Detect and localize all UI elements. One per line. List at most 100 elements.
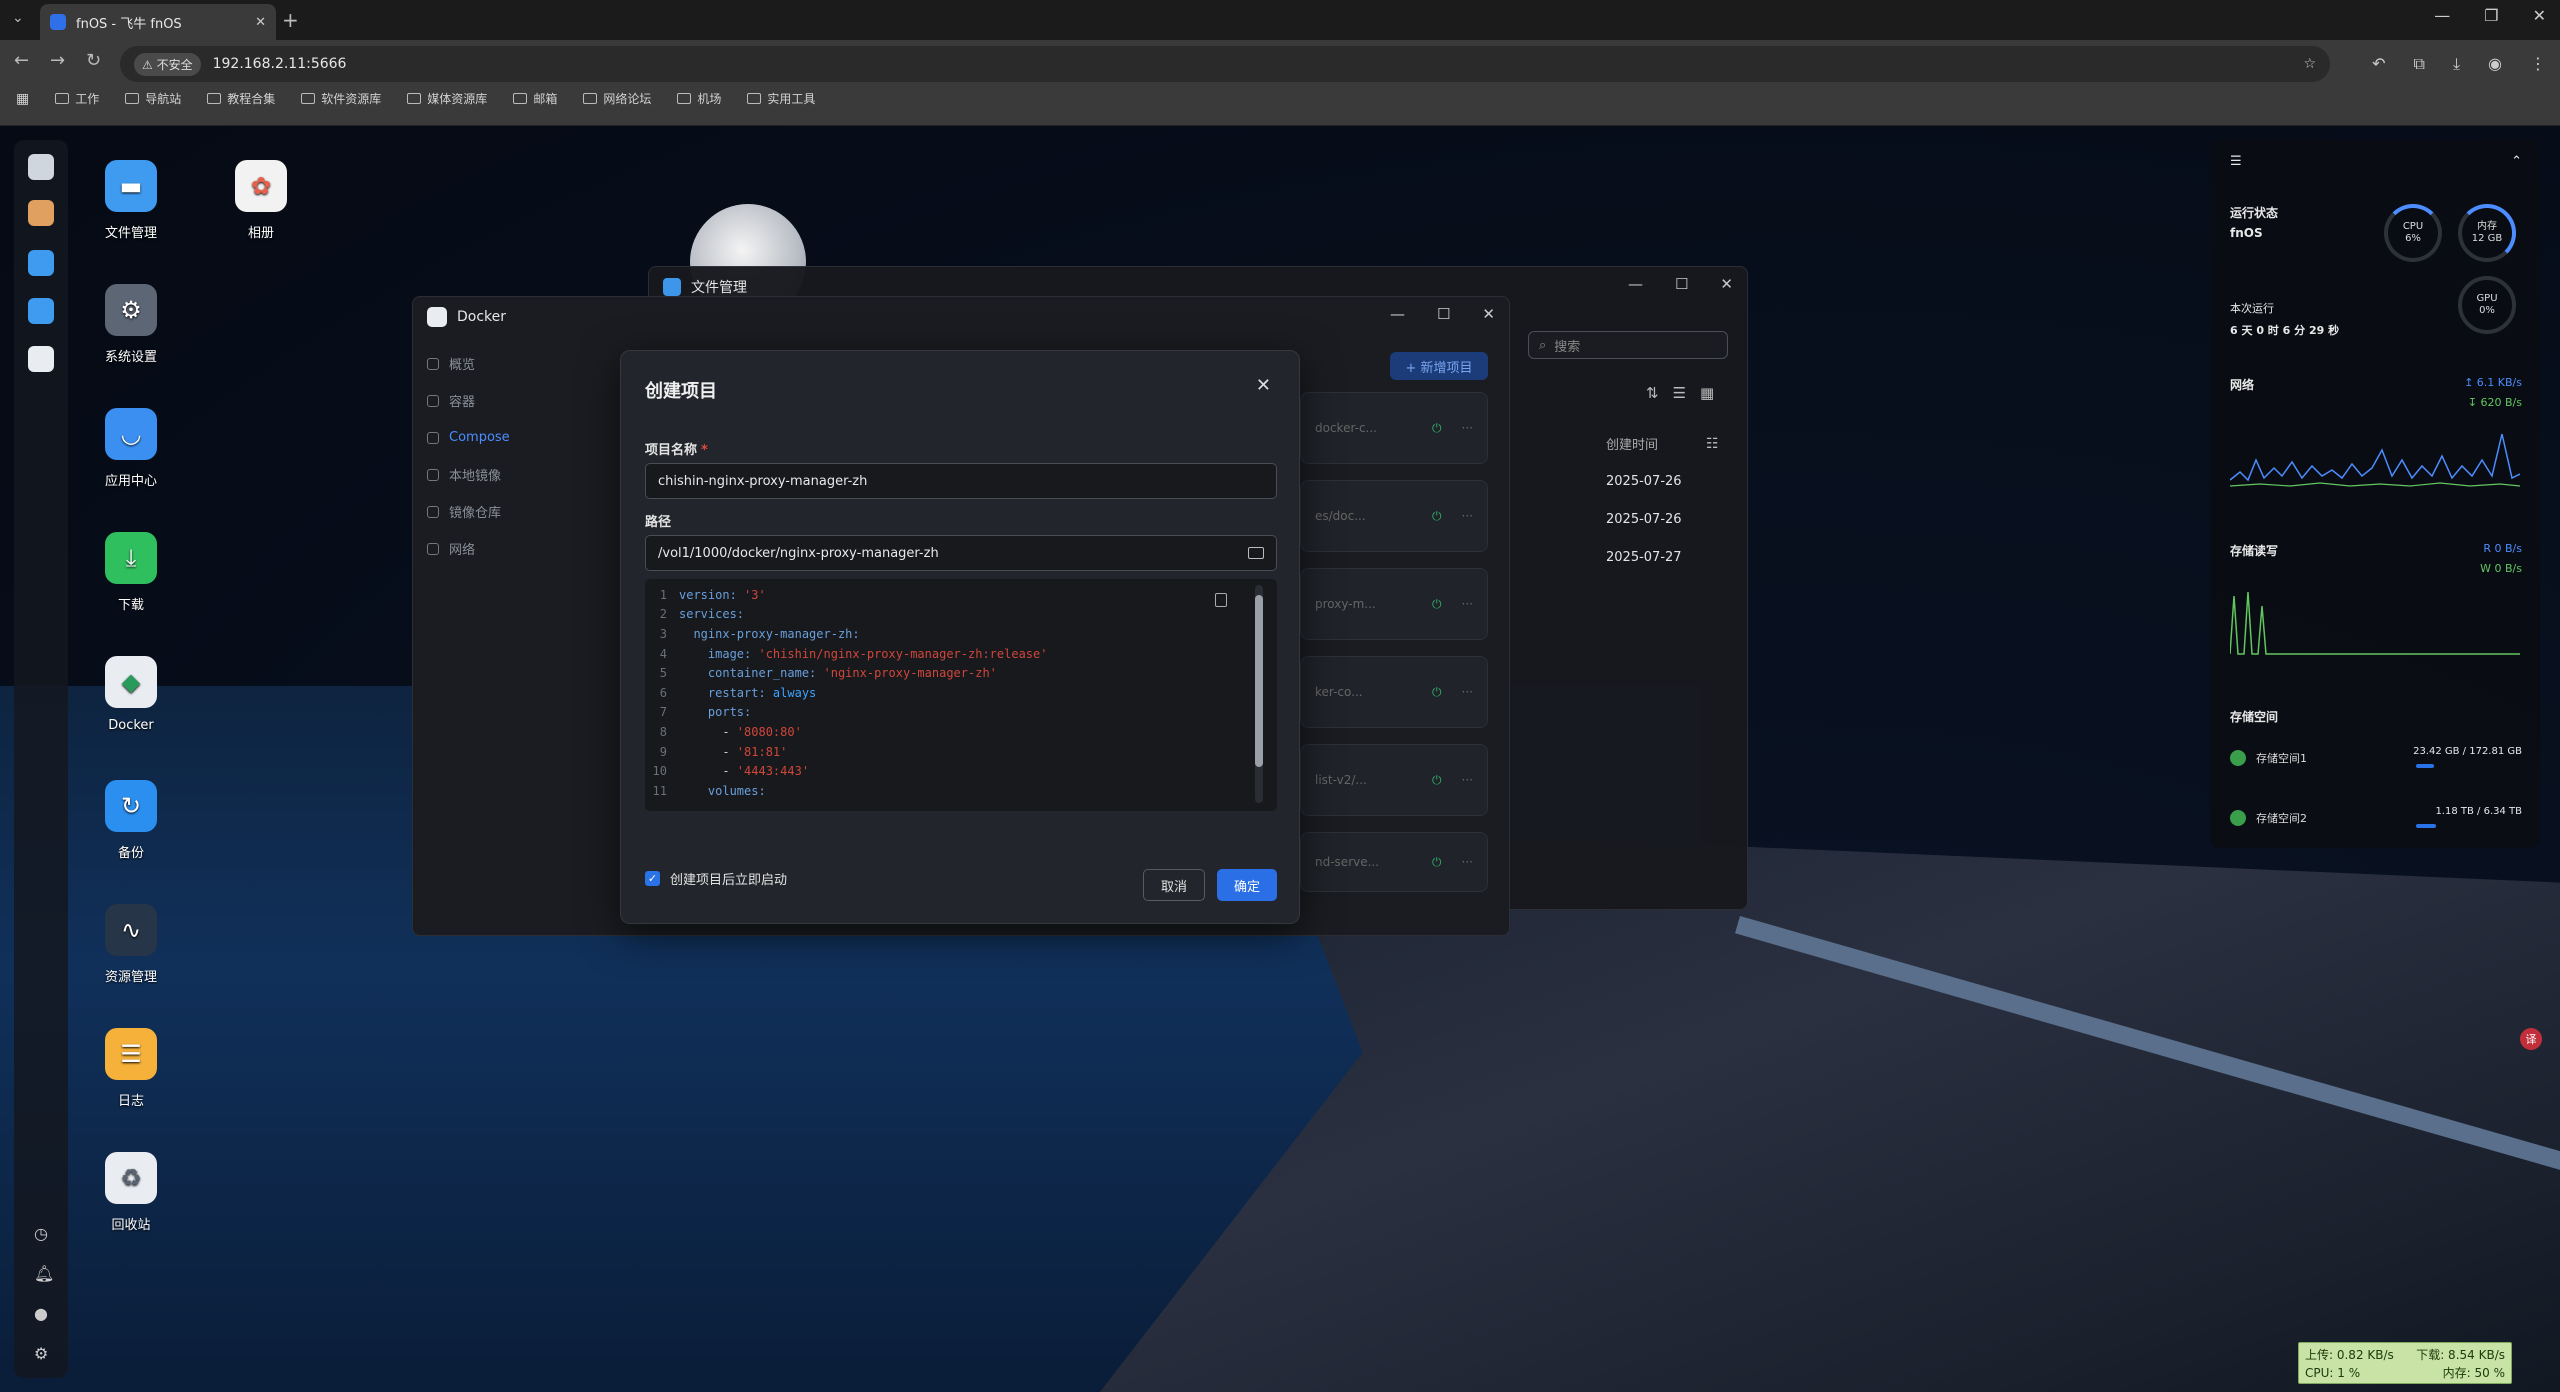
dock-settings-icon[interactable]: ⚙	[34, 1344, 48, 1363]
compose-project-card[interactable]: proxy-m... ⏻ ···	[1300, 568, 1488, 640]
nav-item-network[interactable]: 网络	[413, 530, 603, 567]
list-view-icon[interactable]: ☰	[1673, 384, 1686, 402]
maximize-icon[interactable]: ☐	[1675, 275, 1688, 293]
more-icon[interactable]: ···	[1462, 509, 1473, 523]
tab-list-chevron-icon[interactable]: ⌄	[12, 10, 24, 26]
close-icon[interactable]: ✕	[2533, 6, 2546, 25]
compose-project-card[interactable]: nd-serve... ⏻ ···	[1300, 832, 1488, 892]
downloads-icon[interactable]: ⤓	[2453, 54, 2460, 74]
power-icon[interactable]: ⏻	[1432, 855, 1442, 870]
dock-photos-icon[interactable]	[28, 200, 54, 226]
translate-icon[interactable]: ↶	[2372, 54, 2385, 74]
editor-scrollbar[interactable]	[1255, 585, 1263, 803]
tab-close-icon[interactable]: ✕	[255, 15, 266, 30]
desktop-icon-app-center[interactable]: ◡ 应用中心	[76, 408, 186, 489]
more-icon[interactable]: ···	[1462, 773, 1473, 787]
minimize-icon[interactable]: —	[1628, 275, 1643, 293]
compose-project-card[interactable]: docker-c... ⏻ ···	[1300, 392, 1488, 464]
nav-item-overview[interactable]: 概览	[413, 345, 603, 382]
close-icon[interactable]: ✕	[1720, 275, 1733, 293]
project-name-input[interactable]: chishin-nginx-proxy-manager-zh	[645, 463, 1277, 499]
folder-browse-icon[interactable]	[1248, 547, 1264, 559]
power-icon[interactable]: ⏻	[1432, 509, 1442, 524]
back-icon[interactable]: ←	[14, 50, 29, 71]
compose-yaml-editor[interactable]: 1 version: '3' 2 services: 3 nginx-proxy-man…	[645, 579, 1277, 811]
power-icon[interactable]: ⏻	[1432, 597, 1442, 612]
url-text[interactable]: 192.168.2.11:5666	[213, 56, 347, 72]
dock-desktop-icon[interactable]	[28, 154, 54, 180]
checkbox-checked-icon[interactable]: ✓	[645, 871, 660, 886]
close-icon[interactable]: ✕	[1256, 375, 1271, 396]
column-header-created[interactable]: 创建时间	[1606, 434, 1658, 453]
nav-item-registry[interactable]: 镜像仓库	[413, 493, 603, 530]
dock-files-2-icon[interactable]	[28, 298, 54, 324]
minimize-icon[interactable]: —	[1390, 305, 1405, 323]
nav-item-compose[interactable]: Compose	[413, 419, 603, 456]
extensions-icon[interactable]: ⧉	[2414, 54, 2425, 74]
more-icon[interactable]: ···	[1462, 421, 1473, 435]
netspeed-tray-widget[interactable]: 上传: 0.82 KB/s 下载: 8.54 KB/s CPU: 1 % 内存: 5…	[2298, 1342, 2512, 1384]
bookmark-star-icon[interactable]: ☆	[2303, 56, 2316, 72]
desktop-icon-log[interactable]: ☰ 日志	[76, 1028, 186, 1109]
file-search-input[interactable]: ⌕ 搜索	[1528, 331, 1728, 359]
desktop-icon-docker[interactable]: ◆ Docker	[76, 656, 186, 733]
tray-badge-icon[interactable]: 译	[2520, 1028, 2542, 1050]
add-project-button[interactable]: + 新增项目	[1390, 352, 1488, 380]
column-settings-icon[interactable]: ☷	[1706, 436, 1719, 452]
compose-project-card[interactable]: list-v2/... ⏻ ···	[1300, 744, 1488, 816]
scrollbar-thumb[interactable]	[1255, 595, 1263, 767]
storage-volume-2[interactable]: 存储空间2	[2230, 810, 2307, 826]
cancel-button[interactable]: 取消	[1143, 869, 1205, 901]
bookmark-folder[interactable]: 媒体资源库	[407, 90, 487, 107]
path-input[interactable]: /vol1/1000/docker/nginx-proxy-manager-zh	[645, 535, 1277, 571]
power-icon[interactable]: ⏻	[1432, 773, 1442, 788]
dock-user-icon[interactable]: ●	[34, 1304, 48, 1323]
apps-grid-icon[interactable]: ▦	[16, 91, 29, 107]
nav-item-containers[interactable]: 容器	[413, 382, 603, 419]
sort-icon[interactable]: ⇅	[1646, 384, 1659, 402]
dock-files-icon[interactable]	[28, 250, 54, 276]
nav-item-local-images[interactable]: 本地镜像	[413, 456, 603, 493]
dock-docker-icon[interactable]	[28, 346, 54, 372]
bookmark-folder[interactable]: 软件资源库	[301, 90, 381, 107]
compose-project-card[interactable]: ker-co... ⏻ ···	[1300, 656, 1488, 728]
power-icon[interactable]: ⏻	[1432, 685, 1442, 700]
insecure-badge[interactable]: ⚠ 不安全	[134, 52, 201, 76]
confirm-button[interactable]: 确定	[1217, 869, 1277, 901]
desktop-icon-settings[interactable]: ⚙ 系统设置	[76, 284, 186, 365]
widget-settings-icon[interactable]: ☰	[2230, 154, 2242, 169]
address-bar[interactable]: ⚠ 不安全 192.168.2.11:5666 ☆	[120, 46, 2330, 82]
desktop-icon-files[interactable]: ▬ 文件管理	[76, 160, 186, 241]
bookmark-folder[interactable]: 机场	[677, 90, 721, 107]
start-after-create-checkbox[interactable]: ✓ 创建项目后立即启动	[645, 869, 787, 888]
menu-icon[interactable]: ⋮	[2530, 54, 2546, 74]
grid-view-icon[interactable]: ▦	[1700, 384, 1714, 402]
storage-volume-1[interactable]: 存储空间1	[2230, 750, 2307, 766]
copy-icon[interactable]	[1215, 593, 1227, 607]
more-icon[interactable]: ···	[1462, 685, 1473, 699]
desktop-icon-photos[interactable]: ✿ 相册	[206, 160, 316, 241]
power-icon[interactable]: ⏻	[1432, 421, 1442, 436]
dock-bell-icon[interactable]: 🔔︎	[34, 1264, 54, 1283]
bookmark-folder[interactable]: 邮箱	[513, 90, 557, 107]
more-icon[interactable]: ···	[1462, 597, 1473, 611]
bookmark-folder[interactable]: 网络论坛	[583, 90, 651, 107]
profile-avatar-icon[interactable]: ◉	[2488, 54, 2502, 74]
desktop-icon-resource-monitor[interactable]: ∿ 资源管理	[76, 904, 186, 985]
more-icon[interactable]: ···	[1462, 855, 1473, 869]
bookmark-folder[interactable]: 导航站	[125, 90, 181, 107]
close-icon[interactable]: ✕	[1482, 305, 1495, 323]
browser-tab-active[interactable]: fnOS - 飞牛 fnOS ✕	[40, 4, 276, 40]
collapse-icon[interactable]: ⌃	[2511, 154, 2522, 169]
desktop-icon-backup[interactable]: ↻ 备份	[76, 780, 186, 861]
desktop-icon-download[interactable]: ⤓ 下载	[76, 532, 186, 613]
bookmark-folder[interactable]: 教程合集	[207, 90, 275, 107]
bookmark-folder[interactable]: 实用工具	[747, 90, 815, 107]
compose-project-card[interactable]: es/doc... ⏻ ···	[1300, 480, 1488, 552]
bookmark-folder[interactable]: 工作	[55, 90, 99, 107]
dock-clock-icon[interactable]: ◷	[34, 1224, 48, 1243]
new-tab-icon[interactable]: +	[282, 8, 299, 32]
forward-icon[interactable]: →	[50, 50, 65, 71]
minimize-icon[interactable]: —	[2434, 6, 2450, 25]
desktop-icon-trash[interactable]: ♻ 回收站	[76, 1152, 186, 1233]
